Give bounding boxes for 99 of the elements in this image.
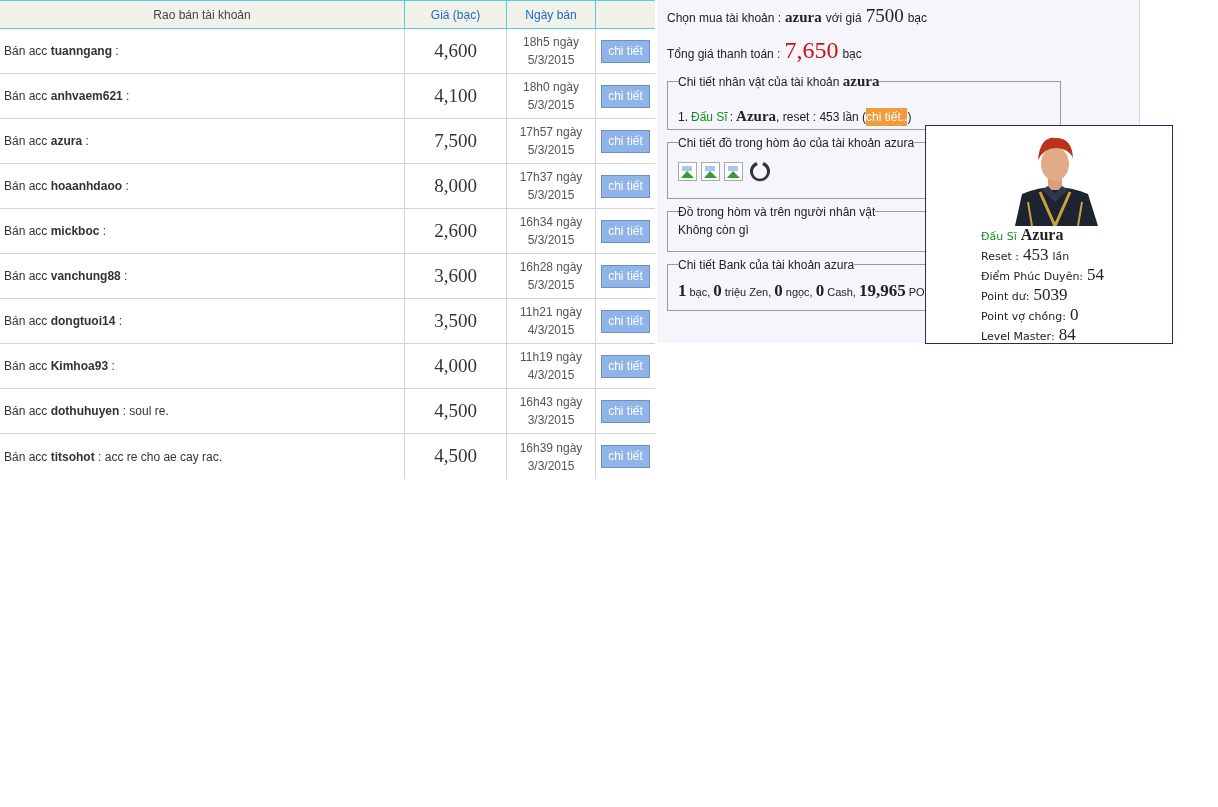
time-text: 16h39 ngày — [519, 439, 583, 457]
listing-text: Bán acc titsohot : acc re cho ae cay rac. — [4, 448, 223, 466]
column-header: Ngày bán — [525, 6, 577, 24]
amount-value: 19,965 — [858, 279, 906, 302]
separator-text: : — [729, 108, 734, 126]
time-text: 17h37 ngày — [519, 169, 583, 186]
listing-text: Bán acc tuanngang : — [4, 43, 119, 60]
list-index: 1. — [678, 108, 688, 126]
broken-image-icon — [678, 162, 697, 181]
amount-unit: triệu Zen, — [724, 284, 772, 300]
stat-value: 0 — [1069, 306, 1079, 324]
date-text: 5/3/2015 — [527, 232, 575, 249]
stat-value: 5039 — [1033, 286, 1068, 304]
label-text: Chọn mua tài khoản : — [667, 10, 782, 27]
price-text: 2,600 — [434, 218, 477, 243]
time-text: 11h21 ngày — [520, 304, 582, 321]
date-text: 4/3/2015 — [527, 367, 575, 384]
column-header: Rao bán tài khoản — [153, 6, 251, 24]
date-text: 5/3/2015 — [527, 142, 575, 159]
price-text: 4,000 — [434, 353, 477, 378]
label-text: bạc — [907, 10, 927, 27]
broken-image-icon — [701, 162, 720, 181]
time-text: 16h28 ngày — [519, 259, 583, 276]
time-text: 11h19 ngày — [520, 349, 582, 366]
listing-text: Bán acc hoaanhdaoo : — [4, 178, 129, 195]
label-text: Tổng giá thanh toán : — [667, 46, 781, 63]
listing-text: Bán acc dothuhuyen : soul re. — [4, 403, 169, 420]
total-price: 7,650 — [784, 36, 839, 65]
price-text: 4,600 — [434, 38, 477, 63]
stat-value: 54 — [1087, 266, 1105, 284]
class-name: Đấu Sĩ — [691, 108, 728, 126]
account-name: azura — [785, 8, 822, 27]
price-text: 7500 — [865, 4, 904, 28]
amount-value: 0 — [815, 279, 825, 302]
stat-label: Level Master: — [981, 329, 1055, 345]
account-name: azura — [842, 73, 880, 89]
date-text: 3/3/2015 — [527, 457, 575, 475]
details-button[interactable]: chi tiết — [601, 354, 650, 378]
price-text: 3,500 — [434, 308, 477, 333]
label-text: bạc — [842, 46, 862, 63]
date-text: 3/3/2015 — [527, 412, 575, 429]
section-title: Chi tiết đồ trong hòm ảo của tài khoản azura — [678, 135, 915, 150]
amount-value: 1 — [678, 279, 687, 302]
listing-text: Bán acc anhvaem621 : — [4, 88, 130, 105]
status-text: Không còn gì — [678, 222, 749, 237]
amount-unit: PO — [908, 284, 925, 300]
section-title: Chi tiết nhân vật của tài khoản — [678, 75, 840, 89]
amount-unit: Cash, — [827, 284, 856, 300]
price-text: 4,500 — [434, 398, 477, 423]
date-text: 5/3/2015 — [527, 97, 575, 114]
reset-text: , reset : 453 lần ( — [776, 108, 867, 126]
listing-text: Bán acc Kimhoa93 : — [4, 358, 115, 375]
price-text: 3,600 — [434, 263, 477, 288]
price-text: 4,500 — [434, 444, 477, 469]
details-button[interactable]: chi tiết — [601, 129, 650, 153]
stat-label: Điểm Phúc Duyên: — [981, 269, 1084, 285]
time-text: 17h57 ngày — [519, 124, 583, 141]
stat-label: Reset : — [981, 249, 1019, 265]
amount-value: 0 — [713, 279, 722, 302]
time-text: 18h0 ngày — [522, 79, 580, 96]
date-text: 5/3/2015 — [527, 52, 575, 69]
listing-text: Bán acc vanchung88 : — [4, 268, 128, 285]
details-button[interactable]: chi tiết — [601, 399, 650, 423]
stat-value: 84 — [1058, 326, 1076, 344]
listing-text: Bán acc dongtuoi14 : — [4, 313, 123, 330]
time-text: 18h5 ngày — [522, 34, 580, 51]
details-button[interactable]: chi tiết — [601, 174, 650, 198]
price-text: 4,100 — [434, 83, 477, 108]
stat-label: Point dư: — [981, 289, 1030, 305]
column-header: Giá (bạc) — [430, 6, 481, 24]
broken-image-icon — [724, 162, 743, 181]
details-button[interactable]: chi tiết — [601, 84, 650, 108]
amount-unit: ngọc, — [785, 284, 813, 300]
label-text: với giá — [825, 10, 862, 27]
listing-text: Bán acc mickboc : — [4, 223, 107, 240]
details-button[interactable]: chi tiết — [601, 445, 650, 468]
stat-unit: lần — [1052, 249, 1070, 265]
amount-unit: bạc, — [689, 284, 711, 300]
details-button[interactable]: chi tiết — [601, 39, 650, 63]
details-link[interactable]: chi tiết.. — [866, 107, 908, 126]
date-text: 4/3/2015 — [527, 322, 575, 339]
section-title: Đồ trong hòm và trên người nhân vật — [678, 204, 876, 219]
class-name: Đấu Sĩ — [981, 229, 1017, 245]
details-button[interactable]: chi tiết — [601, 309, 650, 333]
date-text: 5/3/2015 — [527, 277, 575, 294]
date-text: 5/3/2015 — [527, 187, 575, 204]
stat-label: Point vợ chồng: — [981, 309, 1066, 325]
price-text: 8,000 — [434, 173, 477, 198]
price-text: 7,500 — [434, 128, 477, 153]
stat-value: 453 — [1022, 246, 1049, 264]
details-button[interactable]: chi tiết — [601, 219, 650, 243]
amount-value: 0 — [774, 279, 783, 302]
section-title: Chi tiết Bank của tài khoản azura — [678, 257, 855, 272]
bracket-text: ) — [907, 108, 912, 126]
time-text: 16h43 ngày — [519, 394, 583, 411]
details-button[interactable]: chi tiết — [601, 264, 650, 288]
time-text: 16h34 ngày — [519, 214, 583, 231]
character-name: Azura — [1020, 226, 1064, 244]
listing-text: Bán acc azura : — [4, 133, 89, 150]
